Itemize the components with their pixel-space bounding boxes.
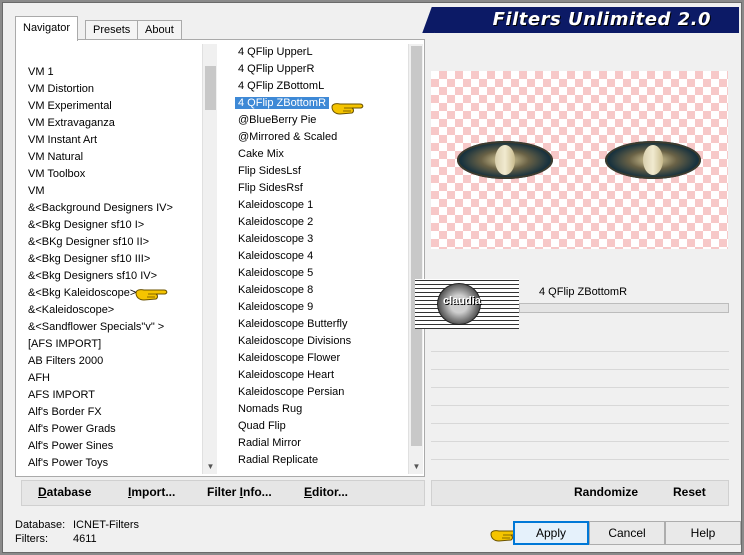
scroll-down-arrow-icon[interactable]: ▼ — [409, 459, 424, 474]
randomize-button[interactable]: Randomize — [574, 485, 638, 499]
filter-scroll-thumb[interactable] — [411, 46, 422, 446]
navigator-toolbar: Database Import... Filter Info... Editor… — [21, 480, 425, 506]
preview-shape — [605, 141, 701, 179]
category-item[interactable]: Alf's Power Grads — [20, 421, 202, 438]
filter-item-selected[interactable]: 4 QFlip ZBottomR — [228, 95, 408, 112]
divider — [431, 459, 729, 460]
filter-list[interactable]: 4 QFlip UpperL 4 QFlip UpperR 4 QFlip ZB… — [228, 44, 408, 474]
reset-button[interactable]: Reset — [673, 485, 706, 499]
category-item[interactable]: &<Background Designers IV> — [20, 200, 202, 217]
database-value: ICNET-Filters — [73, 519, 139, 531]
filter-item[interactable]: Kaleidoscope Persian — [228, 384, 408, 401]
filter-item[interactable]: Radial Replicate — [228, 452, 408, 469]
category-item[interactable]: VM Distortion — [20, 81, 202, 98]
filter-item[interactable]: Kaleidoscope 9 — [228, 299, 408, 316]
filters-status: Filters: 4611 — [15, 533, 97, 545]
filter-scrollbar[interactable]: ▼ — [408, 44, 423, 474]
logo-text: claudia — [443, 295, 481, 307]
category-item[interactable]: Alf's Power Toys — [20, 455, 202, 472]
filter-info-area: claudia 4 QFlip ZBottomR — [415, 279, 729, 479]
category-item[interactable]: &<Bkg Designer sf10 III> — [20, 251, 202, 268]
filter-logo: claudia — [415, 279, 519, 329]
filter-item-label: 4 QFlip ZBottomR — [233, 96, 331, 110]
filter-item[interactable]: Nomads Rug — [228, 401, 408, 418]
database-status: Database: ICNET-Filters — [15, 519, 139, 531]
filter-item[interactable]: Cake Mix — [228, 146, 408, 163]
filter-item[interactable]: Flip SidesRsf — [228, 180, 408, 197]
category-item[interactable]: VM — [20, 183, 202, 200]
tab-presets[interactable]: Presets — [85, 20, 139, 40]
divider — [431, 351, 729, 352]
database-button[interactable]: Database — [38, 485, 91, 499]
divider — [431, 423, 729, 424]
preview-toolbar: Randomize Reset — [431, 480, 729, 506]
category-item[interactable]: &<Bkg Designer sf10 I> — [20, 217, 202, 234]
filter-item[interactable]: Kaleidoscope 8 — [228, 282, 408, 299]
divider — [431, 441, 729, 442]
category-item[interactable]: AB Filters 2000 — [20, 353, 202, 370]
filter-item[interactable]: Kaleidoscope Butterfly — [228, 316, 408, 333]
filter-item[interactable]: @Mirrored & Scaled — [228, 129, 408, 146]
filter-item[interactable]: Kaleidoscope Flower — [228, 350, 408, 367]
category-item[interactable]: VM Experimental — [20, 98, 202, 115]
category-item[interactable]: VM 1 — [20, 64, 202, 81]
category-item[interactable]: &<Bkg Designers sf10 IV> — [20, 268, 202, 285]
category-item[interactable]: AFH — [20, 370, 202, 387]
category-list[interactable]: VM 1 VM Distortion VM Experimental VM Ex… — [20, 44, 202, 474]
tab-about[interactable]: About — [137, 20, 182, 40]
cancel-button[interactable]: Cancel — [589, 521, 665, 545]
category-item[interactable]: &<Bkg Kaleidoscope> — [20, 285, 202, 302]
category-item[interactable]: &<Kaleidoscope> — [20, 302, 202, 319]
title-banner: Filters Unlimited 2.0 — [433, 7, 739, 33]
filter-item[interactable]: Kaleidoscope Divisions — [228, 333, 408, 350]
tab-navigator[interactable]: Navigator — [15, 16, 79, 41]
window-title: Filters Unlimited 2.0 — [492, 9, 711, 30]
category-item[interactable]: VM Extravaganza — [20, 115, 202, 132]
filter-item[interactable]: Kaleidoscope 1 — [228, 197, 408, 214]
category-scrollbar[interactable]: ▼ — [202, 44, 217, 474]
filter-item[interactable]: Radial Mirror — [228, 435, 408, 452]
filters-count: 4611 — [73, 533, 97, 545]
divider — [431, 369, 729, 370]
scroll-down-arrow-icon[interactable]: ▼ — [203, 459, 218, 474]
editor-button[interactable]: Editor... — [304, 485, 348, 499]
navigator-panel: VM 1 VM Distortion VM Experimental VM Ex… — [15, 39, 425, 477]
pointing-hand-icon — [135, 289, 168, 301]
filter-item[interactable]: 4 QFlip UpperR — [228, 61, 408, 78]
filter-item[interactable]: Kaleidoscope 5 — [228, 265, 408, 282]
category-item[interactable]: Alf's Power Sines — [20, 438, 202, 455]
divider — [431, 387, 729, 388]
category-item[interactable]: &<BKg Designer sf10 II> — [20, 234, 202, 251]
import-button[interactable]: Import... — [128, 485, 175, 499]
divider — [431, 405, 729, 406]
filter-item[interactable]: Kaleidoscope 3 — [228, 231, 408, 248]
filter-item[interactable]: @BlueBerry Pie — [228, 112, 408, 129]
filters-label: Filters: — [15, 533, 48, 545]
category-item[interactable]: Alf's Border FX — [20, 404, 202, 421]
filter-item[interactable]: Quad Flip — [228, 418, 408, 435]
database-label: Database: — [15, 519, 66, 531]
category-item[interactable]: VM Natural — [20, 149, 202, 166]
filter-preview — [431, 71, 728, 249]
help-button[interactable]: Help — [665, 521, 741, 545]
apply-button[interactable]: Apply — [513, 521, 589, 545]
filter-item[interactable]: 4 QFlip ZBottomL — [228, 78, 408, 95]
filter-info-button[interactable]: Filter Info... — [207, 485, 272, 499]
pointing-hand-icon — [331, 103, 364, 115]
category-scroll-thumb[interactable] — [205, 66, 216, 110]
category-item[interactable]: &<Sandflower Specials"v" > — [20, 319, 202, 336]
category-item[interactable]: VM Toolbox — [20, 166, 202, 183]
filter-item[interactable]: Kaleidoscope 4 — [228, 248, 408, 265]
selected-filter-name: 4 QFlip ZBottomR — [539, 286, 628, 298]
filter-item[interactable]: 4 QFlip UpperL — [228, 44, 408, 61]
filters-unlimited-window: Filters Unlimited 2.0 Navigator Presets … — [2, 2, 742, 553]
category-item[interactable]: VM Instant Art — [20, 132, 202, 149]
category-item[interactable]: [AFS IMPORT] — [20, 336, 202, 353]
preview-shape — [457, 141, 553, 179]
filter-item[interactable]: Flip SidesLsf — [228, 163, 408, 180]
category-item[interactable]: AFS IMPORT — [20, 387, 202, 404]
filter-item[interactable]: Kaleidoscope Heart — [228, 367, 408, 384]
filter-item[interactable]: Kaleidoscope 2 — [228, 214, 408, 231]
filter-info-bar — [519, 303, 729, 313]
